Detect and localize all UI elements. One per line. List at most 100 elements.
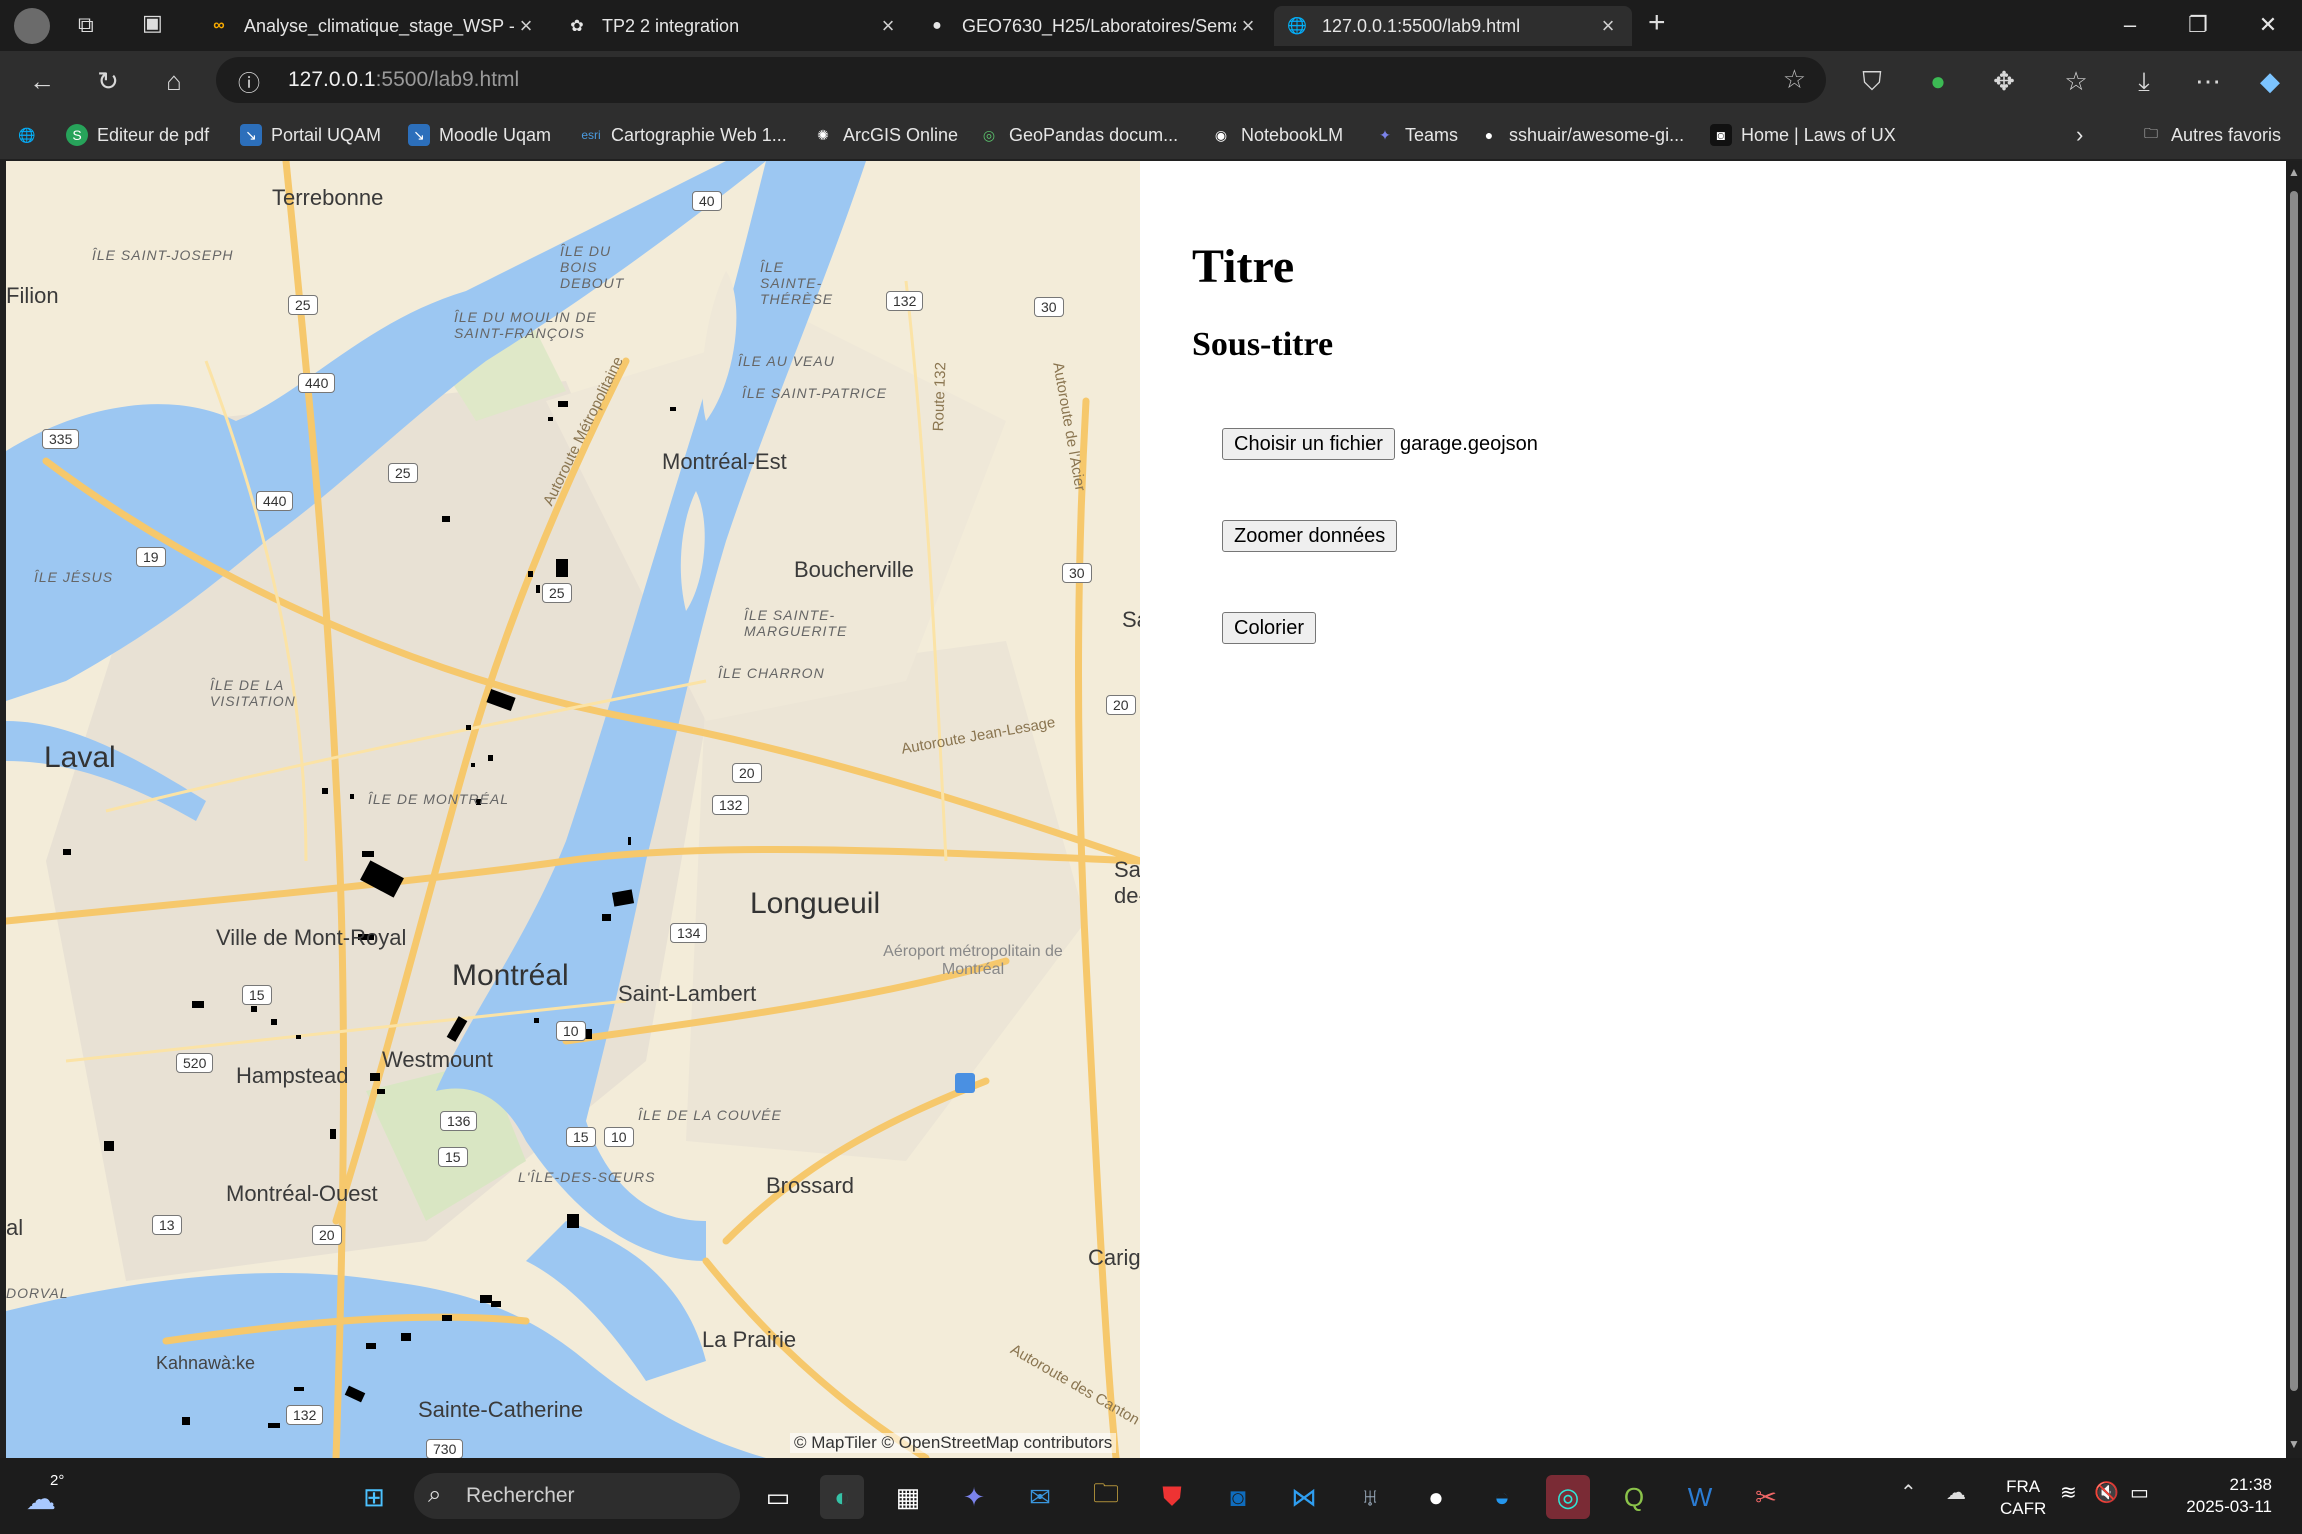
colab-icon: ∞ (213, 17, 225, 34)
home-button[interactable]: ⌂ (154, 63, 194, 99)
downloads-icon[interactable]: ⤓ (2124, 63, 2164, 99)
language-indicator[interactable]: FRA CAFR (2000, 1476, 2046, 1520)
weather-temperature: 2° (50, 1472, 65, 1489)
map-label: ÎLE SAINTE-MARGUERITE (744, 607, 848, 639)
map-label: Hampstead (236, 1063, 349, 1088)
highway-shield: 15 (438, 1147, 468, 1167)
favorites-icon[interactable]: ☆ (2056, 63, 2096, 99)
reload-button[interactable]: ↻ (88, 63, 128, 99)
edge-icon[interactable]: ◐ (820, 1475, 864, 1519)
highway-shield: 132 (712, 795, 750, 815)
map-container[interactable]: Terrebonne ÎLE SAINT-JOSEPH Filion ÎLE D… (6, 161, 1140, 1458)
map-label: ÎLE DE MONTRÉAL (368, 791, 510, 807)
back-button[interactable]: ← (22, 63, 62, 99)
bookmark-cartographie-web[interactable]: esri Cartographie Web 1... (580, 123, 786, 147)
map-label: ÎLE DU MOULIN DE SAINT-FRANÇOIS (454, 309, 597, 341)
map-canvas[interactable] (6, 161, 1140, 1458)
docker-icon[interactable]: ◒ (1480, 1475, 1524, 1519)
highway-shield: 25 (542, 583, 572, 603)
map-label: ÎLE DU BOIS DEBOUT (560, 243, 625, 291)
bookmark-notebooklm[interactable]: ◉ NotebookLM (1210, 123, 1343, 147)
bookmarks-globe-icon[interactable]: 🌐 (16, 123, 47, 147)
page-content: Titre Sous-titre Choisir un fichier gara… (1140, 161, 2286, 1458)
highway-shield: 132 (886, 291, 924, 311)
chatgpt-icon: ✿ (570, 18, 584, 35)
map-label: Sa de- (1114, 857, 1140, 908)
postgres-icon[interactable]: ♅ (1348, 1475, 1392, 1519)
copilot-icon[interactable]: ◆ (2250, 63, 2290, 99)
map-label: Westmount (382, 1047, 493, 1072)
vertical-tabs-icon[interactable]: ▣ (142, 10, 163, 36)
bookmarks-overflow-chevron-icon[interactable]: › (2076, 122, 2083, 147)
extension-green-icon[interactable]: ● (1918, 63, 1958, 99)
map-label: ÎLE SAINT-PATRICE (742, 385, 888, 401)
favorite-star-icon[interactable]: ☆ (1783, 64, 1806, 95)
teams-icon[interactable]: ✦ (952, 1475, 996, 1519)
start-windows-icon[interactable]: ⊞ (352, 1475, 396, 1519)
other-favorites-folder[interactable]: 🗀 Autres favoris (2140, 123, 2281, 147)
clock[interactable]: 21:38 2025-03-11 (2180, 1474, 2272, 1518)
address-bar[interactable]: ⓘ 127.0.0.1:5500/lab9.html ☆ (216, 57, 1826, 103)
bookmark-teams[interactable]: ✦ Teams (1374, 123, 1458, 147)
close-tab-icon[interactable]: × (1596, 13, 1620, 39)
more-menu-icon[interactable]: ⋯ (2188, 63, 2228, 99)
url-text[interactable]: 127.0.0.1:5500/lab9.html (288, 68, 519, 92)
choose-file-button[interactable]: Choisir un fichier (1222, 428, 1395, 460)
weather-widget[interactable]: ☁ 2° (26, 1472, 86, 1520)
outlook-icon[interactable]: ◙ (1216, 1475, 1260, 1519)
map-label: Brossard (766, 1173, 855, 1198)
new-tab-button[interactable]: + (1648, 6, 1666, 40)
bookmark-laws-of-ux[interactable]: ◙ Home | Laws of UX (1710, 123, 1896, 147)
vscode-icon[interactable]: ⋈ (1282, 1475, 1326, 1519)
file-explorer-icon[interactable]: 🗀 (1084, 1475, 1128, 1519)
recording-app-icon[interactable]: ◎ (1546, 1475, 1590, 1519)
minimize-button[interactable]: – (2100, 8, 2160, 42)
bookmark-portail-uqam[interactable]: ↘ Portail UQAM (240, 123, 381, 147)
highway-shield: 19 (136, 547, 166, 567)
site-info-icon[interactable]: ⓘ (238, 66, 260, 98)
highway-shield: 13 (152, 1215, 182, 1235)
colorize-button[interactable]: Colorier (1222, 612, 1317, 644)
close-tab-icon[interactable]: × (876, 13, 900, 39)
word-icon[interactable]: W (1678, 1475, 1722, 1519)
extensions-icon[interactable]: ✥ (1984, 63, 2024, 99)
tab-chatgpt[interactable]: ✿ TP2 2 integration × (554, 6, 912, 46)
tab-github[interactable]: ● GEO7630_H25/Laboratoires/Sema × (914, 6, 1272, 46)
battery-icon[interactable]: ▭ (2130, 1480, 2149, 1505)
restore-button[interactable]: ❐ (2168, 8, 2228, 42)
taskbar-search[interactable]: ⌕ Rechercher (414, 1473, 740, 1519)
snipping-tool-icon[interactable]: ✂ (1744, 1475, 1788, 1519)
scroll-up-arrow[interactable]: ▲ (2288, 165, 2300, 179)
tab-lab9[interactable]: 🌐 127.0.0.1:5500/lab9.html × (1274, 6, 1632, 46)
bookmark-arcgis-online[interactable]: ✺ ArcGIS Online (812, 123, 958, 147)
arcgis-icon: ✺ (817, 126, 829, 143)
mail-icon[interactable]: ✉ (1018, 1475, 1062, 1519)
scroll-down-arrow[interactable]: ▼ (2288, 1437, 2300, 1451)
browser-toolbar: ← ↻ ⌂ ⓘ 127.0.0.1:5500/lab9.html ☆ ⛉ ● ✥… (0, 51, 2302, 111)
close-window-button[interactable]: ✕ (2238, 8, 2298, 42)
tray-chevron-icon[interactable]: ⌃ (1900, 1480, 1917, 1505)
map-label: Sainte-Catherine (418, 1397, 584, 1422)
zoom-data-button[interactable]: Zoomer données (1222, 520, 1398, 552)
profile-avatar[interactable] (14, 8, 50, 44)
close-tab-icon[interactable]: × (514, 13, 538, 39)
workspaces-icon[interactable]: ⧉ (78, 12, 94, 38)
bookmark-moodle-uqam[interactable]: ↘ Moodle Uqam (408, 123, 551, 147)
github-desktop-icon[interactable]: ● (1414, 1475, 1458, 1519)
store-icon[interactable]: ▦ (886, 1475, 930, 1519)
bookmark-editeur-pdf[interactable]: S Editeur de pdf (66, 123, 209, 147)
qgis-icon[interactable]: Q (1612, 1475, 1656, 1519)
bookmark-awesome-gis[interactable]: ● sshuair/awesome-gi... (1478, 123, 1684, 147)
shield-icon[interactable]: ⛉ (1852, 63, 1892, 99)
wifi-icon[interactable]: ≋ (2060, 1480, 2077, 1505)
task-view-icon[interactable]: ▭ (756, 1475, 800, 1519)
volume-muted-icon[interactable]: 🔇 (2094, 1480, 2119, 1505)
acrobat-icon[interactable]: ⛊ (1150, 1475, 1194, 1519)
close-tab-icon[interactable]: × (1236, 13, 1260, 39)
bookmark-geopandas[interactable]: ◎ GeoPandas docum... (978, 123, 1178, 147)
onedrive-icon[interactable]: ☁ (1946, 1480, 1966, 1505)
tab-colab[interactable]: ∞ Analyse_climatique_stage_WSP - ( × (196, 6, 550, 46)
file-name-label: garage.geojson (1400, 433, 1538, 455)
vertical-scrollbar[interactable]: ▲ ▼ (2286, 161, 2302, 1458)
scrollbar-thumb[interactable] (2290, 191, 2298, 1391)
